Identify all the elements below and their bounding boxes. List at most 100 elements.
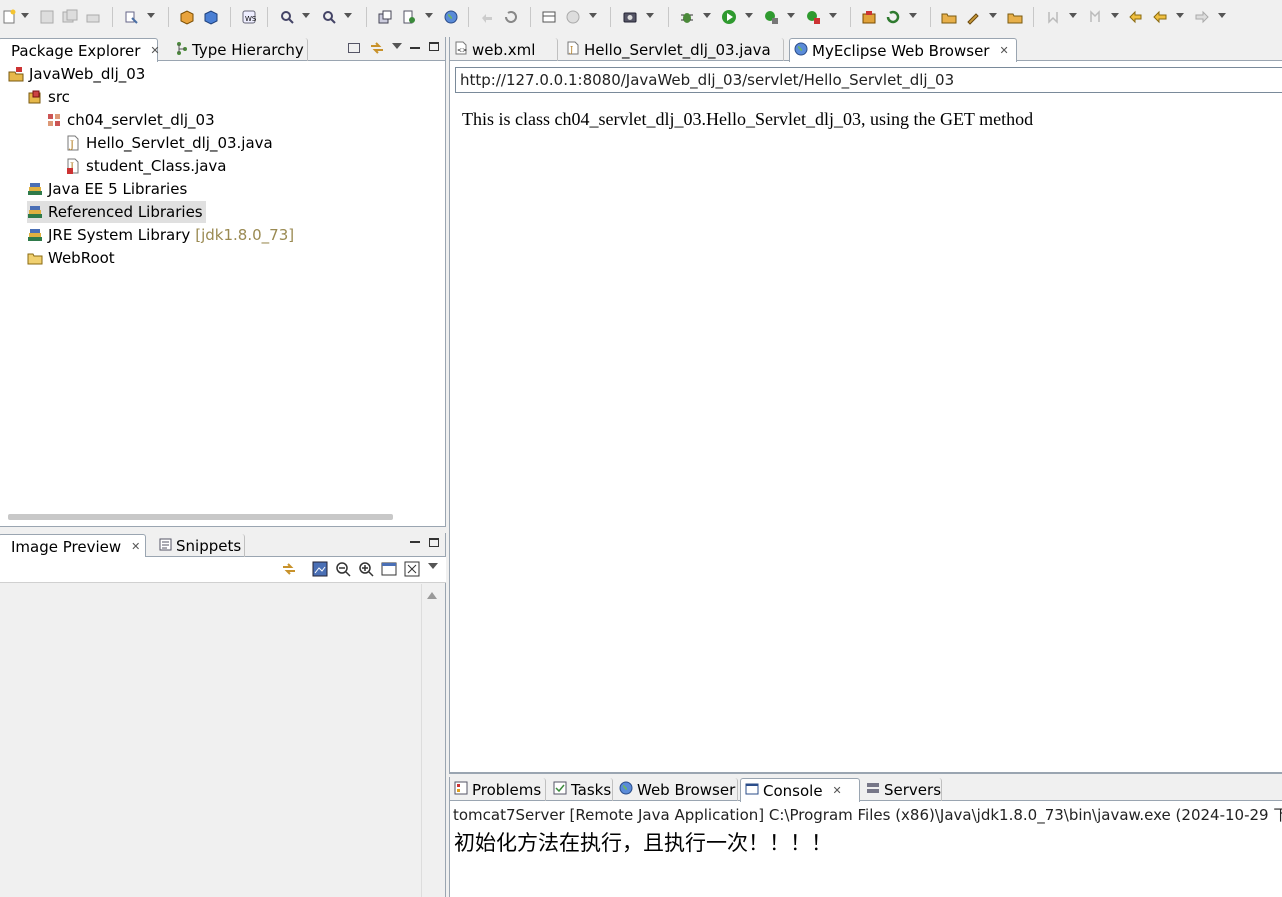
back-dropdown-icon[interactable] [1176, 13, 1184, 18]
tab-image-preview[interactable]: Image Preview ✕ [0, 534, 146, 558]
back-icon[interactable] [1151, 8, 1168, 25]
tree-item-hello-servlet-java[interactable]: J Hello_Servlet_dlj_03.java [65, 132, 273, 154]
search-file-icon[interactable] [320, 8, 337, 25]
coverage-icon[interactable] [804, 8, 821, 25]
tab-label: MyEclipse Web Browser [812, 41, 990, 60]
fit-window-icon[interactable] [404, 561, 420, 577]
tab-snippets[interactable]: Snippets [155, 534, 245, 557]
tab-package-explorer[interactable]: Package Explorer ✕ [0, 38, 160, 62]
tree-item-student-class-java[interactable]: J student_Class.java [65, 155, 227, 177]
prev-annotation-icon[interactable] [1086, 8, 1103, 25]
vertical-scrollbar[interactable] [421, 584, 441, 897]
run-icon[interactable] [720, 8, 737, 25]
new-icon[interactable] [0, 8, 17, 25]
tab-myeclipse-web-browser[interactable]: MyEclipse Web Browser ✕ [789, 38, 1017, 62]
open-folder-icon[interactable] [1006, 8, 1023, 25]
horizontal-scrollbar[interactable] [8, 514, 393, 520]
tab-web-xml[interactable]: <> web.xml [450, 38, 558, 61]
tree-label: src [48, 88, 70, 106]
open-type-icon[interactable] [940, 8, 957, 25]
zoom-in-icon[interactable] [358, 561, 374, 577]
tab-servers[interactable]: Servers [862, 778, 942, 801]
screenshot-dropdown-icon[interactable] [646, 13, 654, 18]
url-bar[interactable]: http://127.0.0.1:8080/JavaWeb_dlj_03/ser… [455, 67, 1282, 93]
link-icon[interactable] [281, 561, 297, 577]
tree-item-project[interactable]: JavaWeb_dlj_03 [8, 63, 145, 85]
new-servlet-icon[interactable] [400, 8, 417, 25]
url-input[interactable]: http://127.0.0.1:8080/JavaWeb_dlj_03/ser… [460, 71, 954, 89]
maximize-icon[interactable] [429, 42, 439, 51]
run-server-dropdown-icon[interactable] [787, 13, 795, 18]
close-icon[interactable]: ✕ [150, 44, 159, 57]
next-annotation-icon[interactable] [1044, 8, 1061, 25]
tab-tasks[interactable]: Tasks [549, 778, 613, 801]
save-all-icon[interactable] [61, 8, 78, 25]
view-menu-icon[interactable] [392, 43, 402, 49]
open-task-icon[interactable] [964, 8, 981, 25]
prev-annotation-dropdown-icon[interactable] [1111, 13, 1119, 18]
run-server-icon[interactable] [762, 8, 779, 25]
tree-item-package[interactable]: ch04_servlet_dlj_03 [46, 109, 215, 131]
coverage-dropdown-icon[interactable] [829, 13, 837, 18]
maximize-icon[interactable] [429, 538, 439, 547]
new-servlet-dropdown-icon[interactable] [425, 13, 433, 18]
link-with-editor-icon[interactable] [369, 40, 385, 56]
zoom-out-icon[interactable] [335, 561, 351, 577]
last-edit-icon[interactable] [1127, 8, 1144, 25]
forward-dropdown-icon[interactable] [1218, 13, 1226, 18]
tab-console[interactable]: Console ✕ [740, 778, 860, 802]
tree-item-src[interactable]: src [27, 86, 70, 108]
package-icon [46, 112, 62, 128]
tree-item-jre-system-library[interactable]: JRE System Library [jdk1.8.0_73] [27, 224, 294, 246]
refresh-server-icon[interactable] [884, 8, 901, 25]
refresh-server-dropdown-icon[interactable] [909, 13, 917, 18]
tab-type-hierarchy[interactable]: Type Hierarchy [172, 38, 308, 61]
view-menu-icon[interactable] [428, 563, 438, 569]
main-toolbar: WS [0, 0, 1282, 34]
close-icon[interactable]: ✕ [999, 44, 1008, 57]
external-tools-icon[interactable] [860, 8, 877, 25]
debug-dropdown-icon[interactable] [703, 13, 711, 18]
fit-image-icon[interactable] [312, 561, 328, 577]
search-file-dropdown-icon[interactable] [344, 13, 352, 18]
collapse-all-icon[interactable] [348, 43, 360, 53]
debug-icon[interactable] [678, 8, 695, 25]
next-annotation-dropdown-icon[interactable] [1069, 13, 1077, 18]
jar-icon[interactable] [178, 8, 195, 25]
page-text: This is class ch04_servlet_dlj_03.Hello_… [462, 109, 1034, 129]
new-dropdown-icon[interactable] [21, 13, 29, 18]
actual-size-icon[interactable] [381, 561, 397, 577]
separator [610, 7, 611, 27]
screenshot-icon[interactable] [621, 8, 638, 25]
print-icon[interactable] [84, 8, 101, 25]
web-browser-icon[interactable] [442, 8, 459, 25]
web-service-icon[interactable]: WS [240, 8, 257, 25]
scroll-up-icon[interactable] [427, 592, 437, 599]
new-wizard-dropdown-icon[interactable] [147, 13, 155, 18]
minimize-icon[interactable] [410, 541, 420, 543]
close-icon[interactable]: ✕ [833, 784, 842, 797]
save-icon[interactable] [38, 8, 55, 25]
db-icon[interactable] [540, 8, 557, 25]
deploy-icon[interactable] [376, 8, 393, 25]
search-dropdown-icon[interactable] [302, 13, 310, 18]
package-icon[interactable] [202, 8, 219, 25]
tree-item-referenced-libraries[interactable]: Referenced Libraries [27, 201, 206, 223]
open-task-dropdown-icon[interactable] [989, 13, 997, 18]
new-wizard-icon[interactable] [122, 8, 139, 25]
run-dropdown-icon[interactable] [745, 13, 753, 18]
refresh-icon[interactable] [502, 8, 519, 25]
tab-hello-servlet-java[interactable]: J Hello_Servlet_dlj_03.java [562, 38, 784, 61]
tree-item-webroot[interactable]: WebRoot [27, 247, 115, 269]
run-config-dropdown-icon[interactable] [589, 13, 597, 18]
separator [168, 7, 169, 27]
forward-icon[interactable] [1193, 8, 1210, 25]
tree-item-javaee-libraries[interactable]: Java EE 5 Libraries [27, 178, 187, 200]
tab-web-browser[interactable]: Web Browser [615, 778, 738, 801]
close-icon[interactable]: ✕ [131, 540, 140, 553]
search-icon[interactable] [278, 8, 295, 25]
tab-problems[interactable]: Problems [450, 778, 546, 801]
minimize-icon[interactable] [410, 47, 420, 49]
back-history-icon[interactable] [478, 8, 495, 25]
run-config-icon[interactable] [564, 8, 581, 25]
